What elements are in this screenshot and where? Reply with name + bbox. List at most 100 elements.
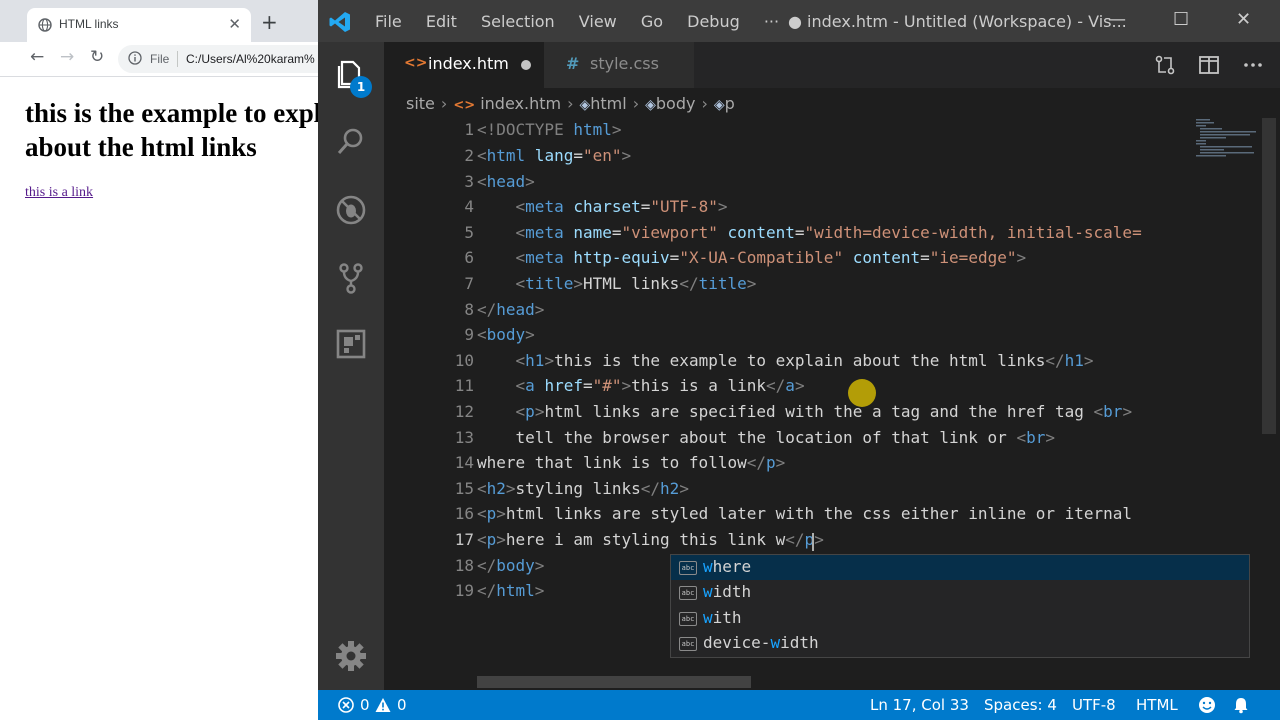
code-line[interactable]: <body> bbox=[477, 325, 535, 344]
source-control-icon[interactable] bbox=[333, 260, 369, 296]
code-token: > bbox=[814, 530, 824, 549]
vscode-logo-icon bbox=[329, 12, 350, 32]
code-line[interactable]: <!DOCTYPE html> bbox=[477, 120, 622, 139]
error-icon[interactable] bbox=[338, 697, 354, 713]
breadcrumb-site[interactable]: site bbox=[406, 94, 435, 113]
code-line[interactable]: where that link is to follow</p> bbox=[477, 453, 785, 472]
error-count[interactable]: 0 bbox=[360, 696, 370, 714]
gear-icon[interactable] bbox=[333, 638, 369, 674]
html-file-icon: <> bbox=[404, 55, 428, 71]
line-number: 1 bbox=[464, 120, 474, 139]
cursor-position[interactable]: Ln 17, Col 33 bbox=[870, 696, 969, 714]
code-token: < bbox=[477, 402, 526, 421]
line-number: 2 bbox=[464, 146, 474, 165]
more-actions-icon[interactable] bbox=[1242, 54, 1264, 76]
encoding[interactable]: UTF-8 bbox=[1072, 696, 1116, 714]
close-window-icon[interactable]: ✕ bbox=[1236, 9, 1251, 30]
warning-icon[interactable] bbox=[375, 697, 391, 713]
suggestion-item[interactable]: abc with bbox=[671, 606, 1249, 631]
language-mode[interactable]: HTML bbox=[1136, 696, 1178, 714]
search-icon[interactable] bbox=[333, 124, 369, 160]
indentation[interactable]: Spaces: 4 bbox=[984, 696, 1057, 714]
menu-more[interactable]: ··· bbox=[764, 12, 779, 31]
extensions-icon[interactable] bbox=[333, 326, 369, 362]
code-line[interactable]: <a href="#">this is a link</a> bbox=[477, 376, 805, 395]
open-changes-icon[interactable] bbox=[1154, 54, 1176, 76]
reload-icon[interactable]: ↻ bbox=[90, 47, 104, 67]
code-token: html bbox=[486, 146, 526, 165]
code-line[interactable]: </body> bbox=[477, 556, 544, 575]
code-line[interactable]: <h2>styling links</h2> bbox=[477, 479, 689, 498]
address-bar[interactable]: File C:/Users/Al%20karam% bbox=[118, 45, 318, 73]
breadcrumb-html[interactable]: html bbox=[590, 94, 626, 113]
minimize-icon[interactable]: — bbox=[1108, 9, 1126, 30]
code-token: > bbox=[534, 581, 545, 600]
code-token: meta bbox=[525, 223, 564, 242]
mouse-pointer-highlight bbox=[848, 379, 876, 407]
tab-style-css[interactable]: # style.css bbox=[544, 42, 694, 88]
browser-tab[interactable]: HTML links ✕ bbox=[27, 8, 251, 42]
code-line[interactable]: <head> bbox=[477, 172, 535, 191]
code-line[interactable]: <h1>this is the example to explain about… bbox=[477, 351, 1094, 370]
vertical-scrollbar[interactable] bbox=[1262, 118, 1276, 434]
suggestion-item[interactable]: abc where bbox=[671, 555, 1249, 580]
unsaved-dot-icon[interactable] bbox=[521, 60, 531, 70]
code-line[interactable]: <meta http-equiv="X-UA-Compatible" conte… bbox=[477, 248, 1027, 267]
maximize-icon[interactable]: ☐ bbox=[1173, 9, 1189, 30]
menu-file[interactable]: File bbox=[375, 12, 402, 31]
code-line[interactable]: <html lang="en"> bbox=[477, 146, 631, 165]
code-token: < bbox=[477, 479, 487, 498]
code-token: = bbox=[611, 223, 622, 242]
code-line[interactable]: </head> bbox=[477, 300, 544, 319]
close-icon[interactable]: ✕ bbox=[228, 15, 241, 33]
smiley-feedback-icon[interactable] bbox=[1198, 696, 1216, 714]
code-token: > bbox=[611, 120, 622, 139]
menu-debug[interactable]: Debug bbox=[687, 12, 740, 31]
breadcrumb-file[interactable]: index.htm bbox=[480, 94, 561, 113]
suggestion-label: where bbox=[703, 557, 751, 576]
tab-index-htm[interactable]: <> index.htm bbox=[384, 42, 544, 88]
suggestion-item[interactable]: abc width bbox=[671, 580, 1249, 605]
debug-icon[interactable] bbox=[333, 192, 369, 228]
code-token: </ bbox=[766, 376, 786, 395]
code-token: br bbox=[1026, 428, 1046, 447]
horizontal-scrollbar[interactable] bbox=[477, 676, 751, 688]
new-tab-button[interactable]: + bbox=[261, 10, 278, 34]
code-token: < bbox=[477, 504, 487, 523]
code-token: charset bbox=[563, 197, 641, 216]
info-icon[interactable] bbox=[128, 51, 142, 65]
code-token: > bbox=[621, 146, 632, 165]
suggestion-widget: abc where abc width abc with abc device-… bbox=[670, 554, 1250, 658]
menu-selection[interactable]: Selection bbox=[481, 12, 555, 31]
code-token: </ bbox=[785, 530, 805, 549]
code-token: h1 bbox=[1064, 351, 1084, 370]
breadcrumb-p[interactable]: p bbox=[725, 94, 735, 113]
code-token: </ bbox=[477, 556, 497, 575]
code-token: = bbox=[582, 376, 593, 395]
menu-edit[interactable]: Edit bbox=[426, 12, 457, 31]
menu-view[interactable]: View bbox=[579, 12, 617, 31]
code-line[interactable]: <p>here i am styling this link w</p> bbox=[477, 530, 824, 551]
warning-count[interactable]: 0 bbox=[397, 696, 407, 714]
code-line[interactable]: <title>HTML links</title> bbox=[477, 274, 757, 293]
split-editor-icon[interactable] bbox=[1198, 54, 1220, 76]
page-link[interactable]: this is a link bbox=[25, 185, 93, 201]
line-number: 15 bbox=[454, 479, 474, 498]
code-line[interactable]: <p>html links are specified with the a t… bbox=[477, 402, 1133, 421]
code-line[interactable]: <meta name="viewport" content="width=dev… bbox=[477, 223, 1142, 242]
suggestion-item[interactable]: abc device-width bbox=[671, 631, 1249, 656]
code-line[interactable]: </html> bbox=[477, 581, 544, 600]
back-icon[interactable]: ← bbox=[30, 47, 44, 67]
code-line[interactable]: <p>html links are styled later with the … bbox=[477, 504, 1132, 523]
code-token: a bbox=[525, 376, 535, 395]
code-token: > bbox=[775, 453, 786, 472]
code-line[interactable]: <meta charset="UTF-8"> bbox=[477, 197, 728, 216]
breadcrumb-body[interactable]: body bbox=[656, 94, 696, 113]
code-line[interactable]: tell the browser about the location of t… bbox=[477, 428, 1055, 447]
address-url[interactable]: C:/Users/Al%20karam% bbox=[186, 52, 315, 66]
menu-go[interactable]: Go bbox=[641, 12, 663, 31]
line-number: 13 bbox=[454, 428, 474, 447]
forward-icon[interactable]: → bbox=[60, 47, 74, 67]
minimap[interactable] bbox=[1194, 118, 1256, 158]
bell-icon[interactable] bbox=[1232, 696, 1250, 714]
